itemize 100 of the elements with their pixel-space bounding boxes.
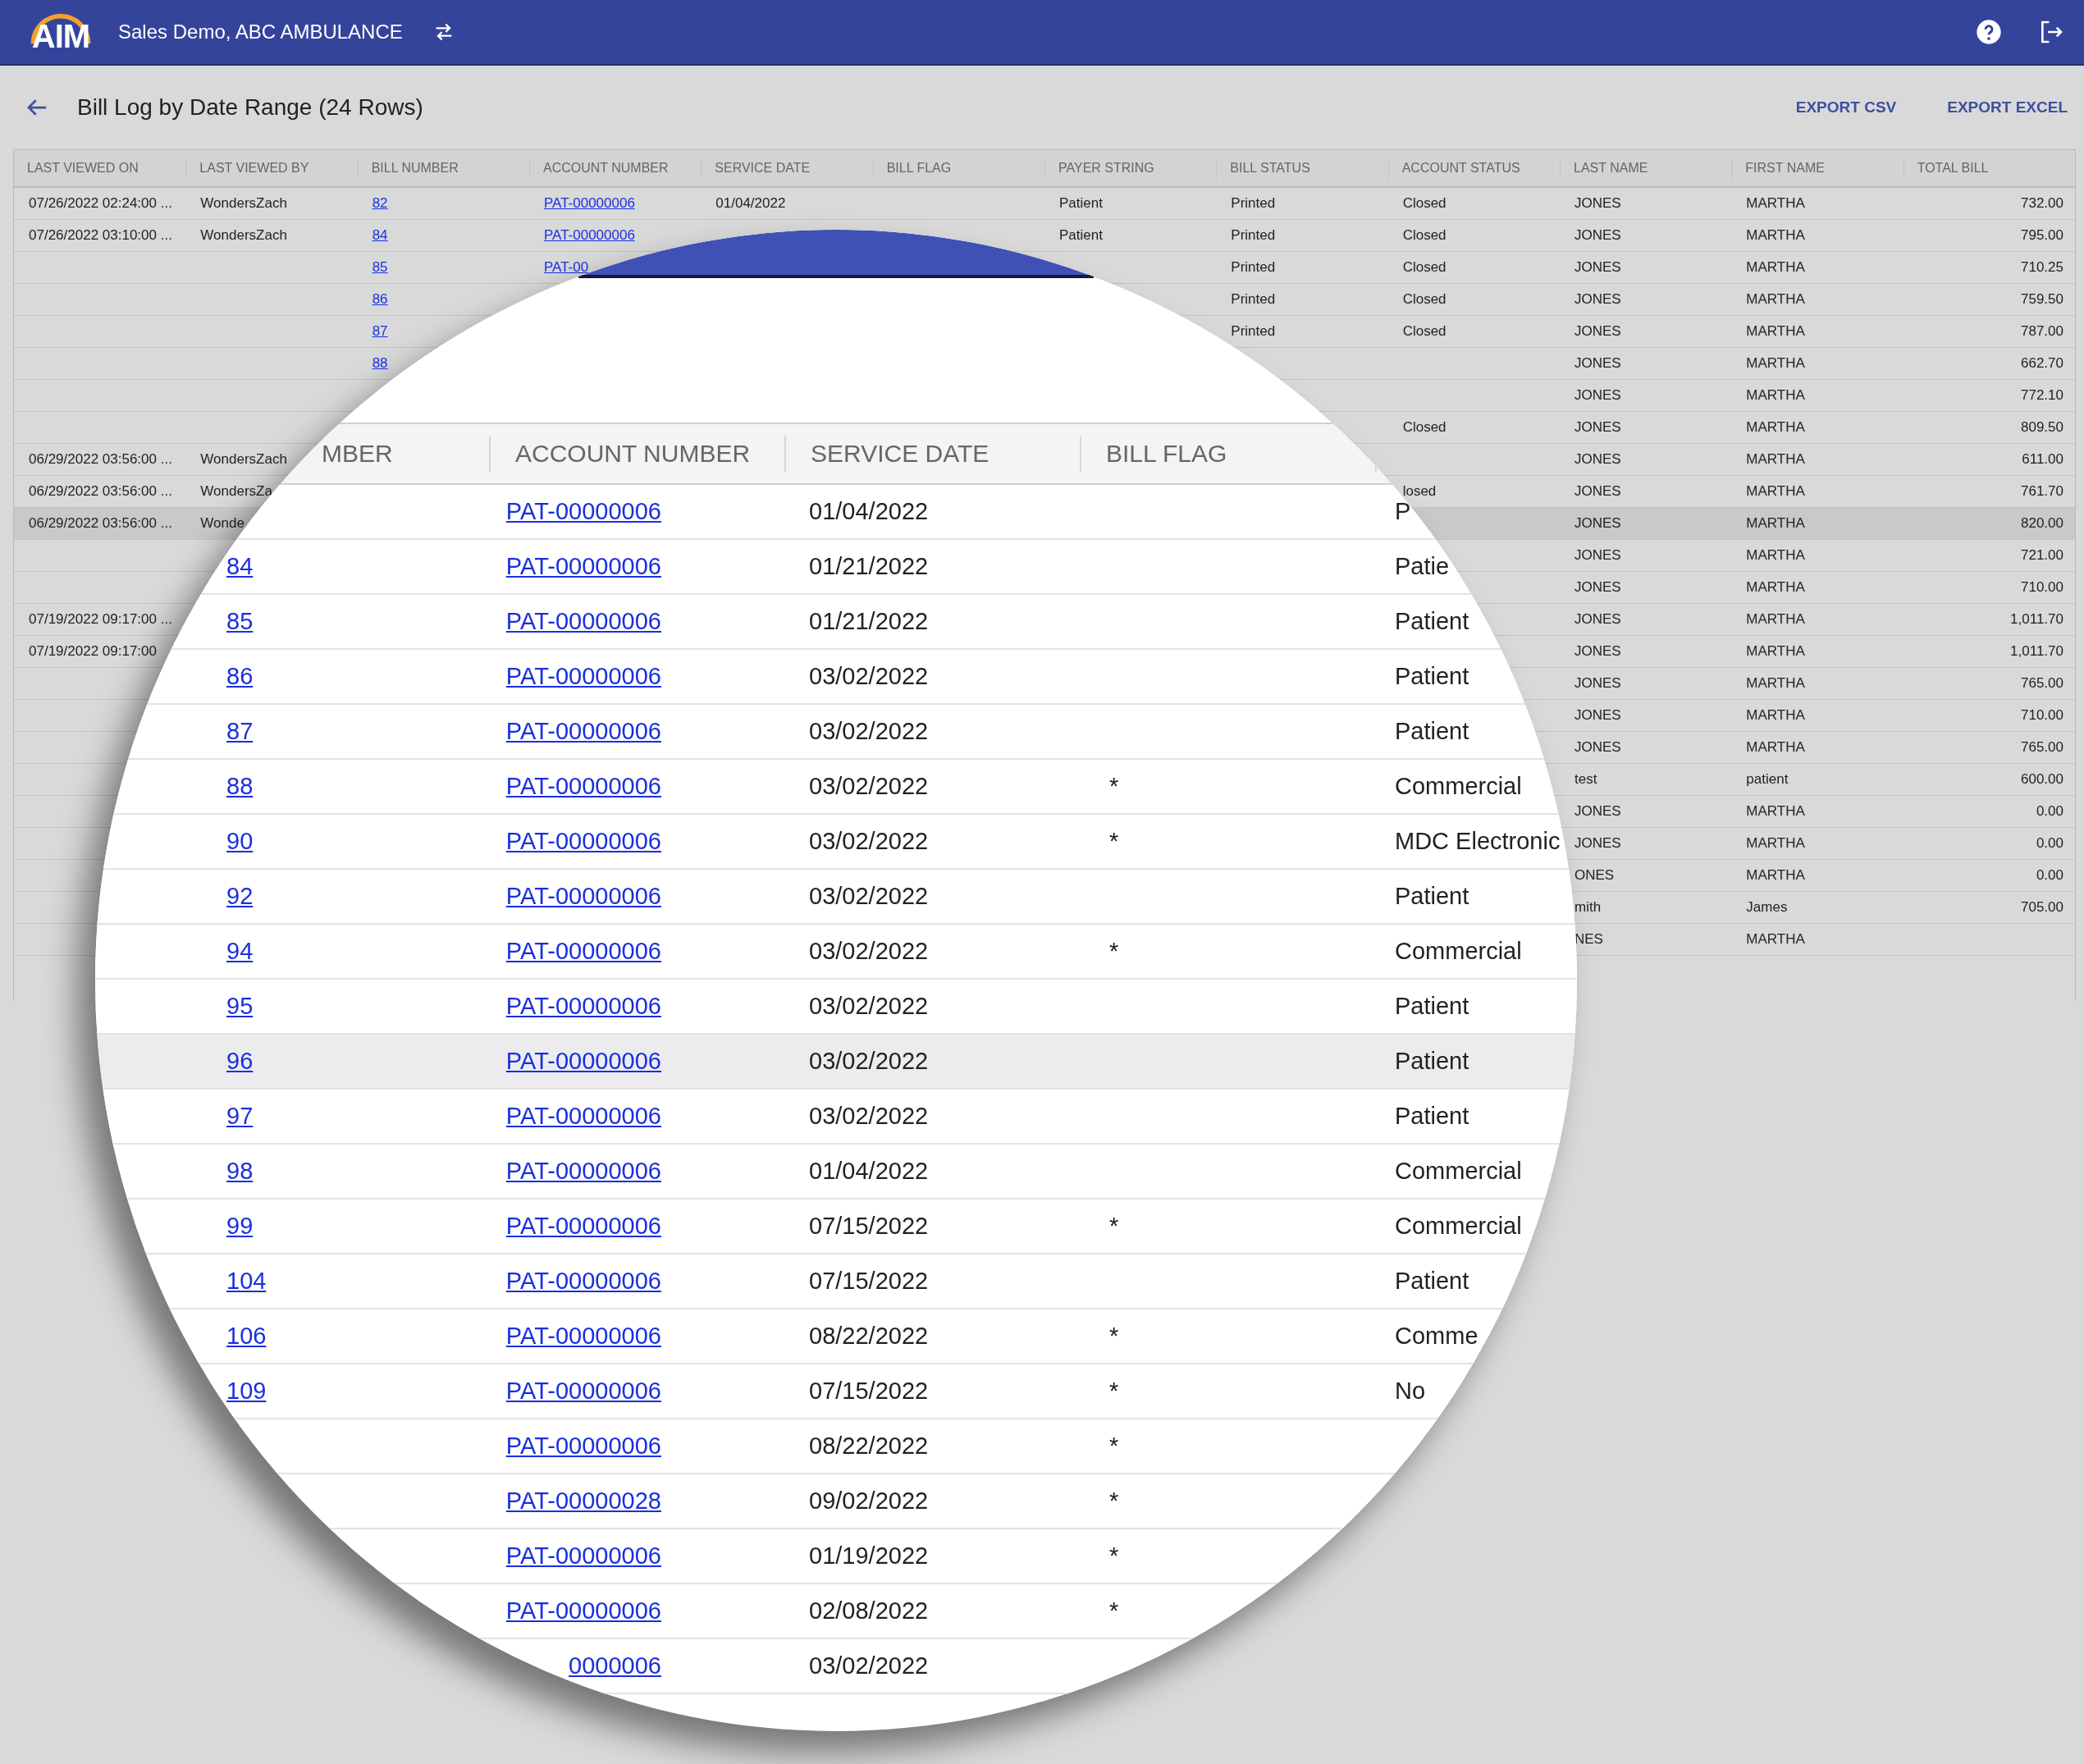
table-link[interactable]: PAT-00000006 [505, 1268, 661, 1295]
table-link[interactable]: 109 [226, 1378, 267, 1405]
table-cell: 772.10 [2021, 387, 2063, 404]
table-link[interactable]: 95 [226, 993, 254, 1020]
table-cell: James [1746, 899, 1788, 916]
table-link[interactable]: PAT-00000006 [505, 1433, 661, 1460]
column-header: BILL STATUS [1230, 161, 1310, 176]
table-link[interactable]: PAT-00000006 [505, 608, 661, 635]
table-link[interactable]: 87 [372, 323, 388, 340]
table-link[interactable]: PAT-00000006 [505, 1213, 661, 1240]
table-link[interactable]: PAT-00000006 [505, 883, 661, 910]
table-link[interactable]: PAT-00000006 [505, 553, 661, 580]
table-link[interactable]: 92 [226, 883, 254, 910]
table-link[interactable]: 85 [226, 608, 254, 635]
table-cell: NES [1574, 931, 1603, 948]
page-title: Bill Log by Date Range (24 Rows) [77, 94, 423, 121]
table-cell: MARTHA [1746, 483, 1805, 500]
table-link[interactable]: 82 [372, 195, 388, 212]
table-cell: 07/26/2022 02:24:00 ... [29, 195, 172, 212]
table-link[interactable]: 97 [226, 1103, 254, 1130]
table-cell: * [1109, 938, 1119, 965]
column-header: PAYER STRING [1058, 161, 1154, 176]
table-link[interactable]: PAT-00000006 [505, 1103, 661, 1130]
table-link[interactable]: PAT-00000006 [505, 938, 661, 965]
table-link[interactable]: PAT-00000006 [544, 227, 635, 244]
table-cell: test [1574, 771, 1597, 788]
table-cell: * [1109, 1433, 1119, 1460]
help-icon[interactable] [1976, 19, 2002, 45]
table-link[interactable]: 90 [226, 828, 254, 855]
table-cell: MARTHA [1746, 387, 1805, 404]
table-cell: WondersZach [200, 451, 287, 468]
table-cell: WondersZach [200, 227, 287, 244]
table-link[interactable]: 94 [226, 938, 254, 965]
table-cell: Printed [1231, 259, 1276, 276]
table-cell: Printed [1231, 323, 1276, 340]
table-link[interactable]: PAT-00000006 [505, 773, 661, 800]
table-cell: MDC Electronic [1395, 828, 1561, 855]
table-link[interactable]: 104 [226, 1268, 267, 1295]
table-cell: * [1109, 773, 1119, 800]
table-link[interactable]: PAT-00 [544, 259, 589, 276]
table-cell: MARTHA [1746, 835, 1805, 852]
table-cell: 820.00 [2021, 515, 2063, 532]
table-link[interactable]: PAT-00000028 [505, 1488, 661, 1515]
table-link[interactable]: 99 [226, 1213, 254, 1240]
table-link[interactable]: 86 [372, 291, 388, 308]
table-link[interactable]: 88 [372, 355, 388, 372]
table-cell: No [1395, 1378, 1426, 1405]
table-link[interactable]: 96 [226, 1048, 254, 1075]
table-link[interactable]: PAT-00000006 [544, 195, 635, 212]
table-link[interactable]: 84 [226, 553, 254, 580]
table-cell: MARTHA [1746, 611, 1805, 628]
table-link[interactable]: 86 [226, 663, 254, 690]
table-cell: Patient [1059, 195, 1103, 212]
table-cell: 08/22/2022 [809, 1433, 929, 1460]
table-link[interactable]: 85 [372, 259, 388, 276]
table-link[interactable]: 87 [226, 718, 254, 745]
export-button[interactable]: EXPORT CSV [1795, 92, 1897, 123]
table-link[interactable]: PAT-00000006 [505, 1542, 661, 1570]
table-cell: JONES [1574, 291, 1621, 308]
table-cell: 0.00 [2036, 803, 2063, 820]
table-cell: 611.00 [2022, 451, 2063, 468]
table-link[interactable]: PAT-00000006 [505, 718, 661, 745]
table-link[interactable]: PAT-00000006 [505, 1158, 661, 1185]
column-header: SERVICE DATE [811, 440, 989, 468]
table-link[interactable]: 84 [372, 227, 388, 244]
table-cell: MARTHA [1746, 867, 1805, 884]
table-link[interactable]: PAT-00000006 [505, 828, 661, 855]
table-cell: Commercial [1395, 1213, 1522, 1240]
table-link[interactable]: PAT-00000006 [505, 1597, 661, 1625]
table-cell: Commercial [1395, 773, 1522, 800]
table-cell: 1,011.70 [2010, 611, 2063, 628]
table-cell: 710.00 [2021, 579, 2063, 596]
table-cell: WondersZa [200, 483, 272, 500]
table-link[interactable]: 0000006 [569, 1652, 661, 1679]
table-link[interactable]: PAT-00000006 [505, 1378, 661, 1405]
table-link[interactable]: PAT-00000006 [505, 993, 661, 1020]
table-cell: 03/02/2022 [809, 828, 929, 855]
column-header: LAST VIEWED ON [27, 161, 139, 176]
table-cell: 02/08/2022 [809, 1597, 929, 1625]
table-cell: Printed [1231, 195, 1276, 212]
table-cell: 01/04/2022 [809, 498, 929, 525]
table-cell: 03/02/2022 [809, 1103, 929, 1130]
table-link[interactable]: 98 [226, 1158, 254, 1185]
table-link[interactable]: PAT-00000006 [505, 1048, 661, 1075]
table-cell: Closed [1402, 259, 1446, 276]
table-cell: JONES [1574, 419, 1621, 436]
organization-name: Sales Demo, ABC AMBULANCE [118, 21, 403, 43]
export-button[interactable]: EXPORT EXCEL [1947, 92, 2068, 123]
table-cell: * [1109, 1323, 1119, 1350]
table-cell: JONES [1574, 547, 1621, 564]
table-cell: JONES [1574, 227, 1621, 244]
table-link[interactable]: 88 [226, 773, 254, 800]
table-link[interactable]: 106 [226, 1323, 267, 1350]
table-link[interactable]: PAT-00000006 [505, 663, 661, 690]
table-cell: 03/02/2022 [809, 663, 929, 690]
table-cell: 03/02/2022 [809, 1048, 929, 1075]
table-link[interactable]: PAT-00000006 [505, 1323, 661, 1350]
table-cell: 01/19/2022 [809, 1542, 929, 1570]
table-cell: MARTHA [1746, 195, 1805, 212]
table-link[interactable]: PAT-00000006 [505, 498, 661, 525]
